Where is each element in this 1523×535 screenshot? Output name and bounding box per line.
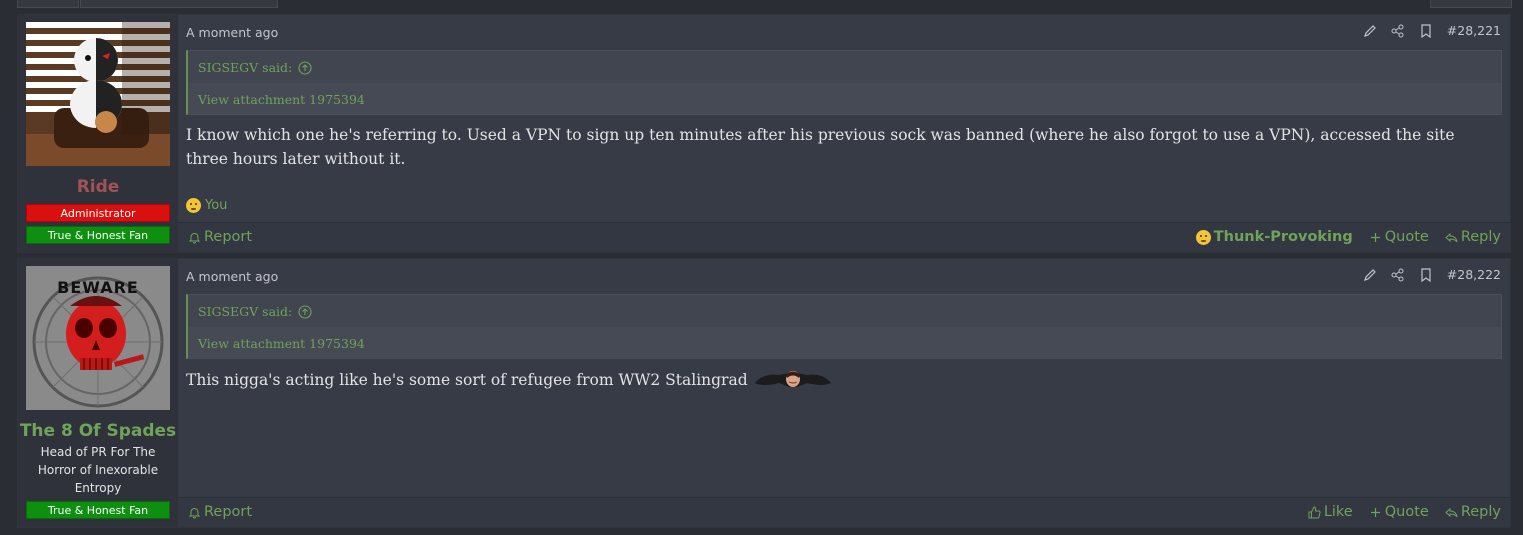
report-label: Report — [204, 504, 253, 520]
quote-header[interactable]: SIGSEGV said: — [198, 304, 312, 319]
quote-block: SIGSEGV said: View attachment 1975394 — [186, 50, 1502, 115]
reply-button[interactable]: Reply — [1445, 504, 1501, 520]
report-button[interactable]: Report — [188, 504, 252, 520]
bookmark-icon[interactable] — [1419, 23, 1433, 38]
post-message: This nigga's acting like he's some sort … — [186, 368, 1498, 392]
reaction-button[interactable]: Thunk-Provoking — [1195, 229, 1353, 245]
avatar-caption: BEWARE — [57, 278, 139, 297]
message-text: This nigga's acting like he's some sort … — [186, 371, 748, 389]
reaction-label: Thunk-Provoking — [1213, 229, 1353, 245]
user-info: BEWARE The 8 Of Spades Head of PR For Th… — [18, 259, 178, 527]
post-timestamp[interactable]: A moment ago — [186, 25, 278, 40]
post-footer: Report Thunk-Provoking Quote Reply — [178, 222, 1510, 252]
attachment-link[interactable]: View attachment 1975394 — [198, 336, 365, 351]
post-actions: #28,221 — [1363, 23, 1501, 38]
footer-actions: Like Quote Reply — [1308, 504, 1501, 520]
post: BEWARE The 8 Of Spades Head of PR For Th… — [17, 258, 1511, 528]
attachment-link[interactable]: View attachment 1975394 — [198, 92, 365, 107]
thinking-emoji-icon — [1195, 229, 1211, 245]
user-title: Head of PR For The Horror of Inexorable … — [37, 445, 159, 495]
avatar[interactable]: BEWARE — [26, 266, 170, 410]
like-label: Like — [1323, 504, 1353, 520]
quote-button[interactable]: Quote — [1369, 504, 1429, 520]
report-label: Report — [204, 229, 253, 245]
bell-icon — [188, 506, 201, 519]
post-actions: #28,222 — [1363, 267, 1501, 282]
quote-label: Quote — [1384, 229, 1429, 245]
post-number[interactable]: #28,222 — [1447, 267, 1501, 282]
quote-body: View attachment 1975394 — [188, 83, 1501, 114]
bookmark-icon[interactable] — [1419, 267, 1433, 282]
smiley-image — [753, 369, 833, 389]
post-footer: Report Like Quote Reply — [178, 497, 1510, 527]
like-button[interactable]: Like — [1308, 504, 1353, 520]
edit-icon[interactable] — [1363, 24, 1377, 38]
quote-header[interactable]: SIGSEGV said: — [198, 60, 312, 75]
prev-post-remnant — [80, 0, 278, 8]
quote-author: SIGSEGV said: — [198, 304, 293, 319]
reply-button[interactable]: Reply — [1445, 229, 1501, 245]
reply-icon — [1445, 506, 1458, 519]
share-icon[interactable] — [1391, 268, 1405, 282]
role-badge-fan: True & Honest Fan — [26, 501, 170, 519]
username[interactable]: Ride — [18, 177, 178, 197]
post-message: I know which one he's referring to. Used… — [186, 126, 1455, 168]
user-info: Ride Administrator True & Honest Fan — [18, 15, 178, 252]
quote-body: View attachment 1975394 — [188, 327, 1501, 358]
post-number[interactable]: #28,221 — [1447, 23, 1501, 38]
reply-label: Reply — [1460, 229, 1501, 245]
edit-icon[interactable] — [1363, 268, 1377, 282]
prev-post-remnant — [1430, 0, 1512, 8]
prev-post-remnant — [17, 0, 79, 8]
bell-icon — [188, 231, 201, 244]
quote-block: SIGSEGV said: View attachment 1975394 — [186, 294, 1502, 359]
arrow-up-circle-icon[interactable] — [298, 60, 312, 75]
post-content: A moment ago #28,221 SIGSEGV said: View … — [178, 15, 1510, 252]
role-badge-administrator: Administrator — [26, 204, 170, 222]
share-icon[interactable] — [1391, 24, 1405, 38]
reactions-bar[interactable]: You — [186, 198, 227, 213]
arrow-up-circle-icon[interactable] — [298, 304, 312, 319]
thumbs-up-icon — [1308, 505, 1321, 519]
plus-icon — [1369, 231, 1382, 244]
reply-label: Reply — [1460, 504, 1501, 520]
post-content: A moment ago #28,222 SIGSEGV said: View … — [178, 259, 1510, 527]
reply-icon — [1445, 231, 1458, 244]
reaction-users[interactable]: You — [205, 198, 227, 213]
avatar[interactable] — [26, 22, 170, 166]
quote-label: Quote — [1384, 504, 1429, 520]
username[interactable]: The 8 Of Spades — [18, 421, 178, 441]
report-button[interactable]: Report — [188, 229, 252, 245]
post: Ride Administrator True & Honest Fan A m… — [17, 14, 1511, 253]
quote-author: SIGSEGV said: — [198, 60, 293, 75]
role-badge-fan: True & Honest Fan — [26, 226, 170, 244]
quote-button[interactable]: Quote — [1369, 229, 1429, 245]
thinking-emoji-icon — [186, 198, 201, 213]
footer-actions: Thunk-Provoking Quote Reply — [1195, 229, 1501, 245]
post-timestamp[interactable]: A moment ago — [186, 269, 278, 284]
plus-icon — [1369, 506, 1382, 519]
